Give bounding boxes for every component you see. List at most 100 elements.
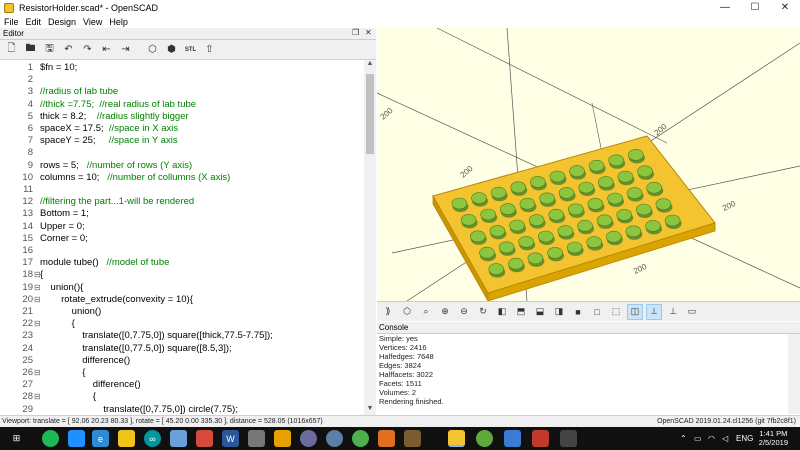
shield-icon[interactable] — [68, 430, 85, 447]
app-icon[interactable] — [504, 430, 521, 447]
volume-icon[interactable]: ◁ — [722, 427, 728, 450]
code-line[interactable]: 3 //radius of lab tube — [0, 86, 364, 98]
start-icon[interactable]: ⊞ — [8, 430, 25, 447]
view-bottom-icon[interactable]: ⬓ — [532, 304, 548, 320]
undock-icon[interactable]: ❐ — [352, 28, 359, 37]
code-line[interactable]: 27 difference() — [0, 379, 364, 391]
code-line[interactable]: 21 union() — [0, 306, 364, 318]
send-to-print-icon[interactable]: ⇧ — [201, 42, 218, 58]
code-line[interactable]: 12 //filtering the part...1-will be rende… — [0, 196, 364, 208]
menu-view[interactable]: View — [83, 17, 102, 27]
language-indicator[interactable]: ENG — [736, 427, 753, 450]
perspective-icon[interactable]: ⬚ — [608, 304, 624, 320]
edge-icon[interactable]: e — [92, 430, 109, 447]
code-line[interactable]: 8 — [0, 147, 364, 159]
app-icon[interactable] — [274, 430, 291, 447]
code-editor[interactable]: 1 $fn = 10; 2 3 //radius of lab tube 4 //thick… — [0, 60, 364, 415]
show-edges-icon[interactable]: ▭ — [684, 304, 700, 320]
wifi-icon[interactable]: ◠ — [708, 427, 715, 450]
code-line[interactable]: 11 — [0, 184, 364, 196]
3d-viewport[interactable]: 200 200 200 200 200 — [377, 28, 800, 301]
code-line[interactable]: 28 ⊟ { — [0, 391, 364, 403]
show-axes-icon[interactable]: ⟂ — [646, 303, 662, 320]
code-line[interactable]: 6 spaceX = 17.5; //space in X axis — [0, 123, 364, 135]
app-icon[interactable] — [404, 430, 421, 447]
taskbar-clock[interactable]: 1:41 PM 2/5/2019 — [759, 429, 788, 447]
orthogonal-icon[interactable]: ◫ — [627, 303, 643, 320]
view-back-icon[interactable]: □ — [589, 304, 605, 320]
code-line[interactable]: 18 ⊟{ — [0, 269, 364, 281]
folder-icon[interactable] — [118, 430, 135, 447]
open-file-icon[interactable]: 🖿 — [22, 42, 39, 58]
app-icon[interactable] — [300, 430, 317, 447]
code-line[interactable]: 2 — [0, 74, 364, 86]
zoom-out-icon[interactable]: ⊖ — [456, 304, 472, 320]
app-icon[interactable] — [248, 430, 265, 447]
app-icon[interactable] — [378, 430, 395, 447]
zoom-all-icon[interactable]: ⌕ — [418, 304, 434, 320]
export-stl-icon[interactable]: STL — [182, 42, 199, 58]
menu-help[interactable]: Help — [109, 17, 128, 27]
close-panel-icon[interactable]: ✕ — [365, 28, 372, 37]
zoom-in-icon[interactable]: ⊕ — [437, 304, 453, 320]
scroll-up-icon[interactable]: ▲ — [364, 60, 376, 70]
render-icon[interactable]: ⬢ — [163, 42, 180, 58]
minimize-button[interactable]: — — [710, 0, 740, 15]
code-line[interactable]: 22 ⊟ { — [0, 318, 364, 330]
code-line[interactable]: 23 translate([0,7.75,0]) square([thick,7… — [0, 330, 364, 342]
menu-file[interactable]: File — [4, 17, 19, 27]
code-line[interactable]: 13 Bottom = 1; — [0, 208, 364, 220]
view-top-icon[interactable]: ⬒ — [513, 304, 529, 320]
network-icon[interactable]: ▭ — [694, 427, 702, 450]
code-line[interactable]: 17 module tube() //model of tube — [0, 257, 364, 269]
app-icon[interactable] — [560, 430, 577, 447]
arduino-icon[interactable]: ∞ — [144, 430, 161, 447]
new-file-icon[interactable]: 🗋 — [3, 42, 20, 58]
preview-icon[interactable]: ⟫ — [380, 304, 396, 320]
app-icon[interactable] — [352, 430, 369, 447]
code-line[interactable]: 29 translate([0,7.75,0]) circle(7.75); — [0, 404, 364, 415]
maximize-button[interactable]: ☐ — [740, 0, 770, 15]
scroll-down-icon[interactable]: ▼ — [364, 405, 376, 415]
code-line[interactable]: 15 Corner = 0; — [0, 233, 364, 245]
show-scale-icon[interactable]: ⊥ — [665, 304, 681, 320]
scrollbar-thumb[interactable] — [366, 74, 374, 154]
console-scrollbar[interactable] — [788, 334, 800, 414]
menu-design[interactable]: Design — [48, 17, 76, 27]
app-icon[interactable] — [476, 430, 493, 447]
menu-edit[interactable]: Edit — [26, 17, 42, 27]
code-line[interactable]: 1 $fn = 10; — [0, 62, 364, 74]
code-line[interactable]: 10 columns = 10; //number of collumns (X … — [0, 172, 364, 184]
view-front-icon[interactable]: ■ — [570, 304, 586, 320]
render-icon[interactable]: ⬡ — [399, 304, 415, 320]
code-line[interactable]: 26 ⊟ { — [0, 367, 364, 379]
code-line[interactable]: 7 spaceY = 25; //space in Y axis — [0, 135, 364, 147]
code-line[interactable]: 19 ⊟ union(){ — [0, 282, 364, 294]
code-line[interactable]: 4 //thick =7.75; //real radius of lab tub… — [0, 99, 364, 111]
openscad-taskbar-icon[interactable] — [448, 430, 465, 447]
word-icon[interactable]: W — [222, 430, 239, 447]
preview-icon[interactable]: ⬡ — [144, 42, 161, 58]
close-button[interactable]: ✕ — [770, 0, 800, 15]
store-icon[interactable] — [170, 430, 187, 447]
spotify-icon[interactable] — [42, 430, 59, 447]
view-left-icon[interactable]: ◨ — [551, 304, 567, 320]
code-line[interactable]: 20 ⊟ rotate_extrude(convexity = 10){ — [0, 294, 364, 306]
save-file-icon[interactable]: 🖫 — [41, 42, 58, 58]
indent-icon[interactable]: ⇥ — [117, 42, 134, 58]
app-icon[interactable] — [196, 430, 213, 447]
code-line[interactable]: 24 translate([0,77.5,0]) square([8.5,3])… — [0, 343, 364, 355]
app-icon[interactable] — [326, 430, 343, 447]
code-line[interactable]: 25 difference() — [0, 355, 364, 367]
reset-view-icon[interactable]: ↻ — [475, 304, 491, 320]
undo-icon[interactable]: ↶ — [60, 42, 77, 58]
tray-chevron-icon[interactable]: ⌃ — [680, 427, 687, 450]
code-line[interactable]: 5 thick = 8.2; //radius slightly bigger — [0, 111, 364, 123]
matlab-icon[interactable] — [532, 430, 549, 447]
editor-scrollbar[interactable]: ▲ ▼ — [364, 60, 376, 415]
code-line[interactable]: 16 — [0, 245, 364, 257]
unindent-icon[interactable]: ⇤ — [98, 42, 115, 58]
view-right-icon[interactable]: ◧ — [494, 304, 510, 320]
redo-icon[interactable]: ↷ — [79, 42, 96, 58]
code-line[interactable]: 9 rows = 5; //number of rows (Y axis) — [0, 160, 364, 172]
